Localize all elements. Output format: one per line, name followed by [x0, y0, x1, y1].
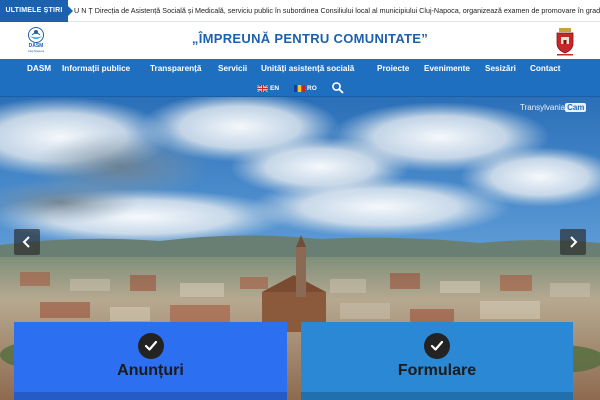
uk-flag-icon — [257, 85, 268, 92]
watermark-prefix: Transylvania — [520, 103, 566, 112]
nav-item-servicii[interactable]: Servicii — [218, 59, 247, 79]
language-en-label: EN — [270, 85, 280, 92]
transylvaniacam-watermark: Transylvania Cam — [520, 103, 587, 112]
slider-next-button[interactable] — [560, 229, 586, 255]
language-ro-label: RO — [307, 85, 317, 92]
romania-flag-icon — [294, 85, 305, 92]
forms-card[interactable]: Formulare — [301, 322, 573, 400]
news-ticker: ULTIMELE ȘTIRI U N Ț Direcția de Asisten… — [0, 0, 600, 22]
check-icon — [424, 333, 450, 359]
nav-item-dasm[interactable]: DASM — [27, 59, 51, 79]
hero-slider: Transylvania Cam Anunțuri Formulare — [0, 97, 600, 400]
nav-item-sesizari[interactable]: Sesizări — [485, 59, 516, 79]
logo-subtitle: Cluj-Napoca — [27, 49, 45, 53]
nav-item-transparenta[interactable]: Transparență — [150, 59, 201, 79]
nav-item-unitati-asistenta-sociala[interactable]: Unități asistență socială — [261, 59, 354, 79]
forms-card-title: Formulare — [397, 362, 477, 379]
site-header: DASM Cluj-Napoca „ÎMPREUNĂ PENTRU COMUNI… — [0, 22, 600, 59]
announcements-card-title: Anunțuri — [117, 362, 184, 379]
ticker-headline-link[interactable]: U N Ț Direcția de Asistență Socială și M… — [74, 0, 600, 22]
watermark-cam: Cam — [565, 103, 587, 112]
language-ro[interactable]: RO — [294, 83, 320, 94]
check-icon — [137, 333, 164, 359]
city-coat-of-arms-icon[interactable] — [554, 28, 576, 56]
main-navigation: DASM Informații publice Transparență Ser… — [0, 59, 600, 97]
dasm-emblem-icon — [28, 27, 44, 43]
nav-item-evenimente[interactable]: Evenimente — [424, 59, 470, 79]
slider-prev-button[interactable] — [14, 229, 40, 255]
chevron-left-icon — [22, 236, 30, 248]
ticker-label: ULTIMELE ȘTIRI — [0, 0, 73, 22]
nav-item-informatii-publice[interactable]: Informații publice — [62, 59, 130, 79]
nav-item-contact[interactable]: Contact — [530, 59, 560, 79]
nav-item-proiecte[interactable]: Proiecte — [377, 59, 409, 79]
site-slogan: „ÎMPREUNĂ PENTRU COMUNITATE” — [191, 31, 429, 46]
announcements-card[interactable]: Anunțuri — [14, 322, 287, 400]
search-icon[interactable] — [331, 81, 344, 94]
language-en[interactable]: EN — [257, 83, 283, 94]
chevron-right-icon — [570, 236, 578, 248]
dasm-logo[interactable]: DASM Cluj-Napoca — [18, 26, 54, 56]
